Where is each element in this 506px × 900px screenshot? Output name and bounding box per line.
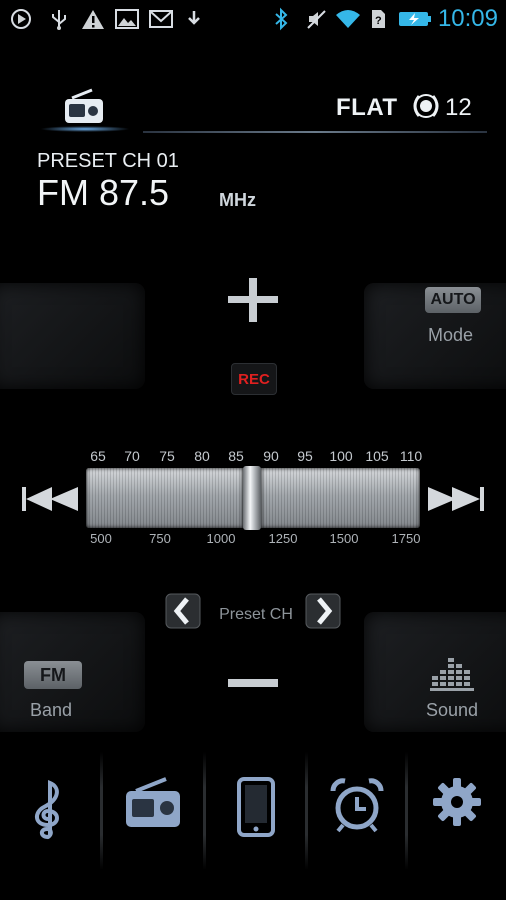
fm-scale-label: 100 (329, 448, 353, 464)
warning-icon (80, 8, 106, 30)
panel-top-left (0, 283, 145, 389)
volume-indicator[interactable]: 12 (409, 92, 493, 124)
preset-channel-label: PRESET CH 01 (37, 150, 179, 172)
frequency-up-button[interactable] (228, 278, 278, 322)
volume-value: 12 (445, 94, 472, 121)
am-scale-label: 1500 (329, 531, 359, 546)
nav-phone[interactable] (206, 755, 306, 900)
frequency-display: FM 87.5 (37, 172, 170, 213)
alarm-icon (329, 777, 385, 838)
band-label: Band (30, 700, 73, 720)
battery-charging-icon (398, 8, 432, 30)
am-scale-label: 1000 (206, 531, 236, 546)
am-scale-label: 750 (149, 531, 171, 546)
nav-settings[interactable] (408, 755, 506, 900)
radio-icon (124, 777, 182, 834)
am-scale-label: 1250 (268, 531, 298, 546)
seek-forward-button[interactable] (426, 484, 484, 514)
usb-icon (46, 8, 72, 30)
svg-text:?: ? (375, 15, 382, 27)
mode-label: Mode (428, 325, 474, 345)
no-sim-icon: ? (368, 8, 388, 30)
band-fm-button[interactable]: FM (24, 661, 82, 689)
download-icon (184, 8, 204, 30)
preset-next-button[interactable] (305, 593, 341, 629)
clock: 10:09 (437, 5, 498, 32)
wifi-icon (334, 8, 362, 30)
play-circle-icon (8, 8, 34, 30)
mute-icon (304, 8, 328, 30)
mode-auto-button[interactable]: AUTO (425, 287, 481, 313)
status-bar: ? 10:09 (0, 0, 506, 38)
volume-icon (409, 91, 443, 126)
fm-scale-label: 95 (297, 448, 313, 464)
nav-alarm[interactable] (308, 755, 406, 900)
frequency-unit: MHz (219, 190, 256, 210)
fm-scale-label: 80 (194, 448, 210, 464)
bluetooth-icon (270, 7, 292, 31)
preset-prev-button[interactable] (165, 593, 201, 629)
equalizer-icon[interactable] (430, 656, 476, 692)
fm-scale-label: 110 (399, 448, 423, 464)
fm-scale-label: 85 (228, 448, 244, 464)
music-icon (30, 777, 70, 846)
am-scale-label: 1750 (391, 531, 421, 546)
fm-scale-label: 75 (159, 448, 175, 464)
sound-label: Sound (426, 700, 479, 720)
fm-scale-label: 70 (124, 448, 140, 464)
record-button[interactable]: REC (231, 363, 277, 395)
phone-icon (237, 777, 275, 842)
seek-back-button[interactable] (22, 484, 80, 514)
am-scale-label: 500 (90, 531, 112, 546)
fm-scale-label: 90 (263, 448, 279, 464)
tuning-needle[interactable] (243, 466, 261, 530)
fm-scale-label: 65 (90, 448, 106, 464)
nav-radio[interactable] (103, 755, 203, 900)
header-divider (143, 131, 487, 133)
fm-scale-label: 105 (365, 448, 389, 464)
mail-icon (148, 8, 174, 30)
frequency-down-button[interactable] (228, 668, 278, 698)
nav-music[interactable] (0, 755, 100, 900)
preset-ch-label: Preset CH (219, 606, 293, 623)
eq-preset-label[interactable]: FLAT (336, 94, 398, 122)
settings-icon (432, 777, 482, 832)
image-icon (114, 8, 140, 30)
radio-tab-icon[interactable] (62, 86, 106, 126)
active-tab-indicator (40, 126, 130, 132)
